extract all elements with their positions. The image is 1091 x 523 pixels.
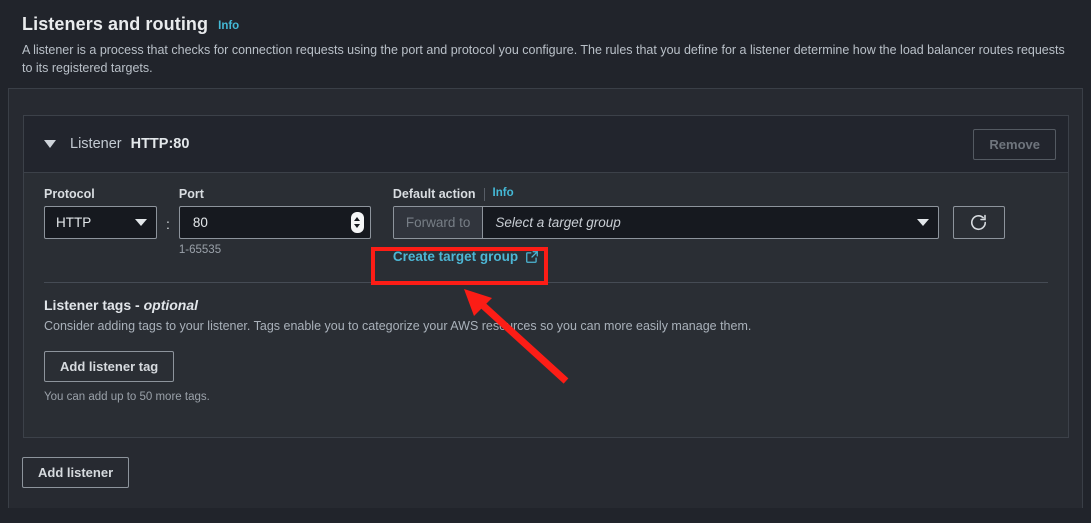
add-listener-tag-button[interactable]: Add listener tag <box>44 351 175 382</box>
listener-card-header: Listener HTTP:80 Remove <box>24 116 1068 173</box>
listener-tags-description: Consider adding tags to your listener. T… <box>44 319 752 333</box>
section-divider <box>44 282 1048 283</box>
listener-tags-title-optional: optional <box>143 297 199 313</box>
page-title: Listeners and routing <box>22 14 209 34</box>
target-group-input-group: Forward to Select a target group <box>392 206 939 239</box>
stepper-down-icon[interactable] <box>354 224 361 228</box>
chevron-down-icon <box>135 219 147 226</box>
add-listener-wrapper: Add listener <box>22 457 130 488</box>
add-listener-tag-wrapper: Add listener tag <box>44 351 1048 382</box>
stepper-up-icon[interactable] <box>354 217 361 221</box>
listener-label: Listener <box>70 136 122 152</box>
stepper-icon[interactable] <box>350 212 364 233</box>
listener-card-body: Protocol HTTP : Port 80 1-65535 Default … <box>24 173 1068 403</box>
default-action-field: Default action Info Forward to Select a … <box>392 187 1005 264</box>
create-target-group-label: Create target group <box>392 249 519 264</box>
default-action-label-row: Default action Info <box>393 187 1005 201</box>
protocol-select-value: HTTP <box>56 215 92 230</box>
target-group-select[interactable]: Select a target group <box>483 207 937 238</box>
listener-tags-title: Listener tags - optional <box>44 297 1048 313</box>
protocol-select[interactable]: HTTP <box>44 206 157 239</box>
port-input-wrapper[interactable] <box>178 206 371 239</box>
port-label: Port <box>178 187 204 201</box>
listeners-and-routing-screen: Listeners and routing Info A listener is… <box>0 0 1091 523</box>
forward-to-addon: Forward to <box>393 207 484 238</box>
label-divider <box>483 187 485 201</box>
listener-tags-note: You can add up to 50 more tags. <box>44 391 210 403</box>
default-action-label: Default action <box>392 187 476 201</box>
chevron-down-icon[interactable] <box>44 140 56 148</box>
port-hint: 1-65535 <box>178 244 222 256</box>
listener-tags-title-main: Listener tags - <box>44 297 144 313</box>
create-target-group-link[interactable]: Create target group <box>393 249 1005 264</box>
protocol-port-separator: : <box>166 216 170 232</box>
chevron-down-icon <box>916 219 929 226</box>
port-input[interactable] <box>190 214 331 231</box>
page-header: Listeners and routing Info A listener is… <box>0 0 1091 78</box>
protocol-field: Protocol HTTP <box>44 187 157 239</box>
listener-card: Listener HTTP:80 Remove Protocol HTTP: … <box>23 115 1069 438</box>
add-listener-button[interactable]: Add listener <box>22 457 130 488</box>
listeners-panel: Listener HTTP:80 Remove Protocol HTTP: … <box>8 88 1083 508</box>
target-group-placeholder: Select a target group <box>495 215 621 230</box>
refresh-target-groups-button[interactable] <box>952 206 1005 239</box>
refresh-icon <box>971 214 987 231</box>
listener-value: HTTP:80 <box>130 136 190 152</box>
default-action-info-link[interactable]: Info <box>493 187 514 199</box>
port-field: Port 1-65535 <box>178 187 371 256</box>
default-action-controls: Forward to Select a target group <box>392 206 1005 239</box>
page-title-row: Listeners and routing Info <box>22 14 1069 35</box>
protocol-label: Protocol <box>44 187 95 201</box>
external-link-icon <box>526 250 539 263</box>
listener-form-row: Protocol HTTP : Port 80 1-65535 Default … <box>44 187 1048 264</box>
header-info-link[interactable]: Info <box>218 20 239 32</box>
page-description: A listener is a process that checks for … <box>22 43 1065 75</box>
remove-listener-button[interactable]: Remove <box>973 128 1056 160</box>
